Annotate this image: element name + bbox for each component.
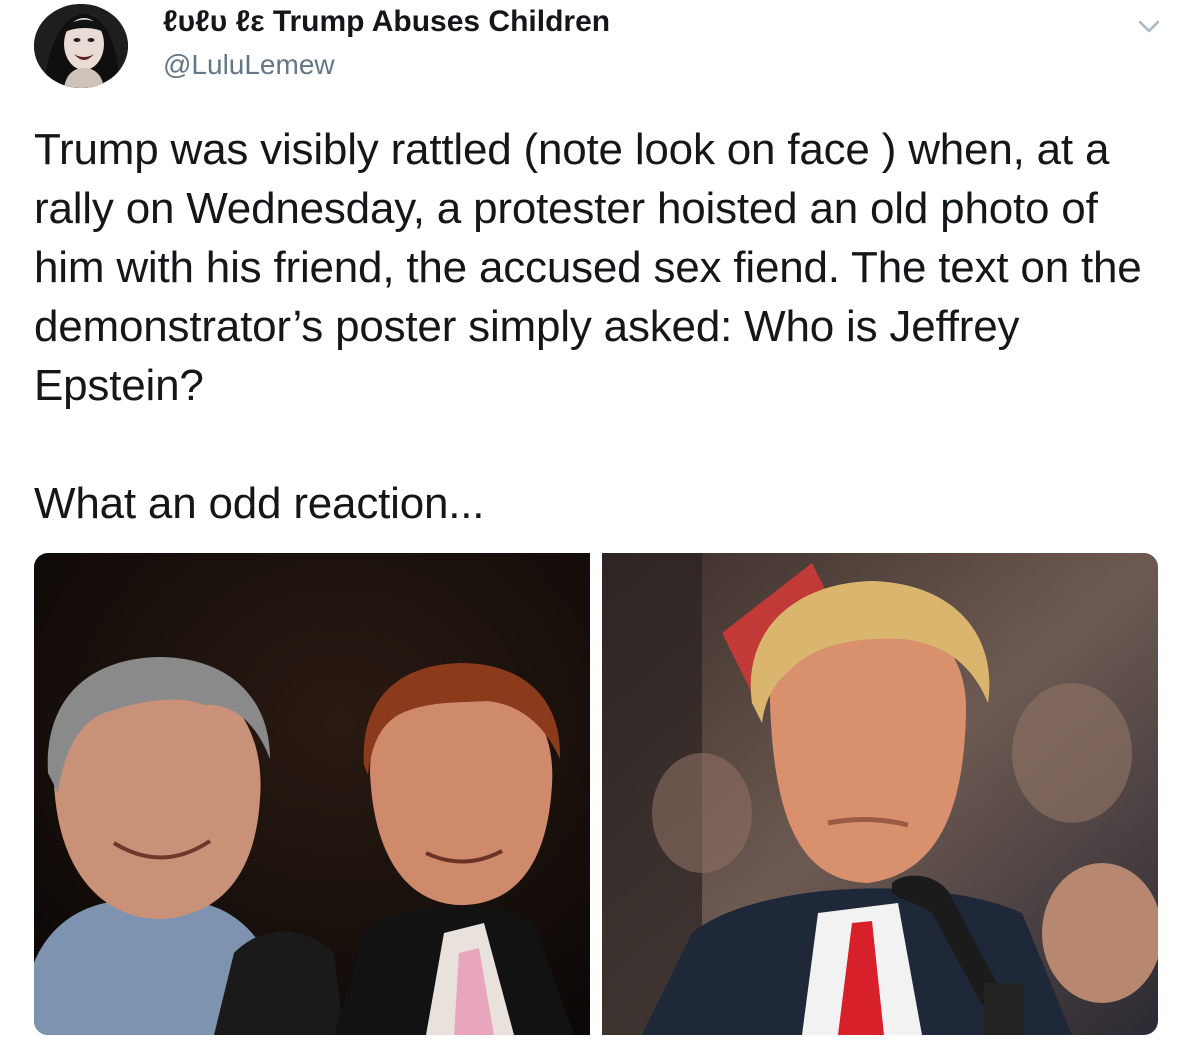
author-display-name[interactable]: ℓυℓυ ℓε Trump Abuses Children <box>163 4 610 40</box>
tweet-media[interactable] <box>34 553 1158 1035</box>
photo-man-at-podium <box>602 553 1158 1035</box>
avatar-image <box>34 4 128 88</box>
tweet-text: Trump was visibly rattled (note look on … <box>34 125 1142 528</box>
tweet-card: ℓυℓυ ℓε Trump Abuses Children @LuluLemew… <box>0 0 1200 1049</box>
media-photo-1[interactable] <box>34 553 590 1035</box>
chevron-down-icon <box>1138 20 1160 33</box>
avatar[interactable] <box>34 4 128 88</box>
author-handle[interactable]: @LuluLemew <box>163 48 335 82</box>
media-photo-2[interactable] <box>602 553 1158 1035</box>
tweet-menu-button[interactable] <box>1134 14 1164 38</box>
photo-two-men <box>34 553 590 1035</box>
